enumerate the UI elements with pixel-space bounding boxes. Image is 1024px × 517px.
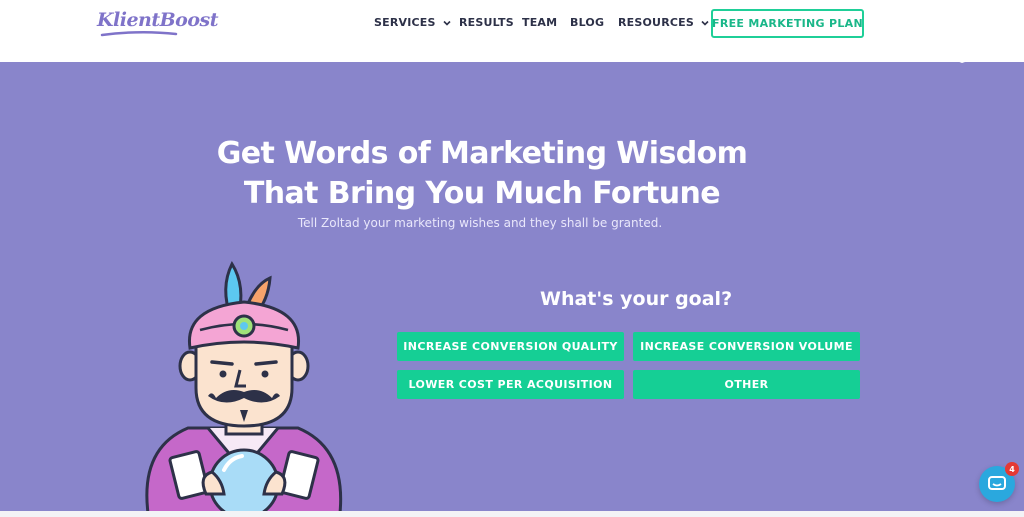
- nav-item-blog[interactable]: BLOG: [570, 16, 604, 29]
- headline-line-2: That Bring You Much Fortune: [243, 176, 721, 211]
- nav-item-label: BLOG: [570, 16, 605, 29]
- brand-logo[interactable]: KlientBoost: [97, 9, 219, 31]
- fortune-teller-illustration: [145, 260, 343, 513]
- chat-icon: [988, 476, 1006, 490]
- option-other-button[interactable]: OTHER: [633, 370, 860, 399]
- option-increase-conversion-volume-button[interactable]: INCREASE CONVERSION VOLUME: [633, 332, 860, 361]
- nav-item-label: RESOURCES: [618, 16, 694, 29]
- page-bottom-edge: [0, 511, 1024, 517]
- nav-item-label: SERVICES: [374, 16, 436, 29]
- nav-item-label: RESULTS: [459, 16, 514, 29]
- nav-item-team[interactable]: TEAM: [522, 16, 557, 29]
- option-increase-conversion-quality-button[interactable]: INCREASE CONVERSION QUALITY: [397, 332, 624, 361]
- free-marketing-plan-button[interactable]: FREE MARKETING PLAN: [711, 9, 864, 38]
- headline-line-1: Get Words of Marketing Wisdom: [216, 136, 748, 171]
- hero-headline: Get Words of Marketing Wisdom That Bring…: [0, 134, 964, 214]
- site-header: KlientBoost SERVICES RESULTS TEAM BLOG R…: [0, 0, 1024, 62]
- nav-item-results[interactable]: RESULTS: [459, 16, 514, 29]
- chat-notification-badge: 4: [1005, 462, 1019, 476]
- logo-swoosh-icon: [100, 30, 178, 37]
- goal-prompt: What's your goal?: [540, 288, 733, 310]
- nav-item-resources[interactable]: RESOURCES: [618, 16, 710, 29]
- chevron-down-icon: [701, 20, 709, 26]
- nav-item-services[interactable]: SERVICES: [374, 16, 452, 29]
- hero-subheadline: Tell Zoltad your marketing wishes and th…: [297, 216, 663, 230]
- nav-item-label: TEAM: [522, 16, 558, 29]
- option-lower-cost-per-acquisition-button[interactable]: LOWER COST PER ACQUISITION: [397, 370, 624, 399]
- chevron-down-icon: [443, 20, 451, 26]
